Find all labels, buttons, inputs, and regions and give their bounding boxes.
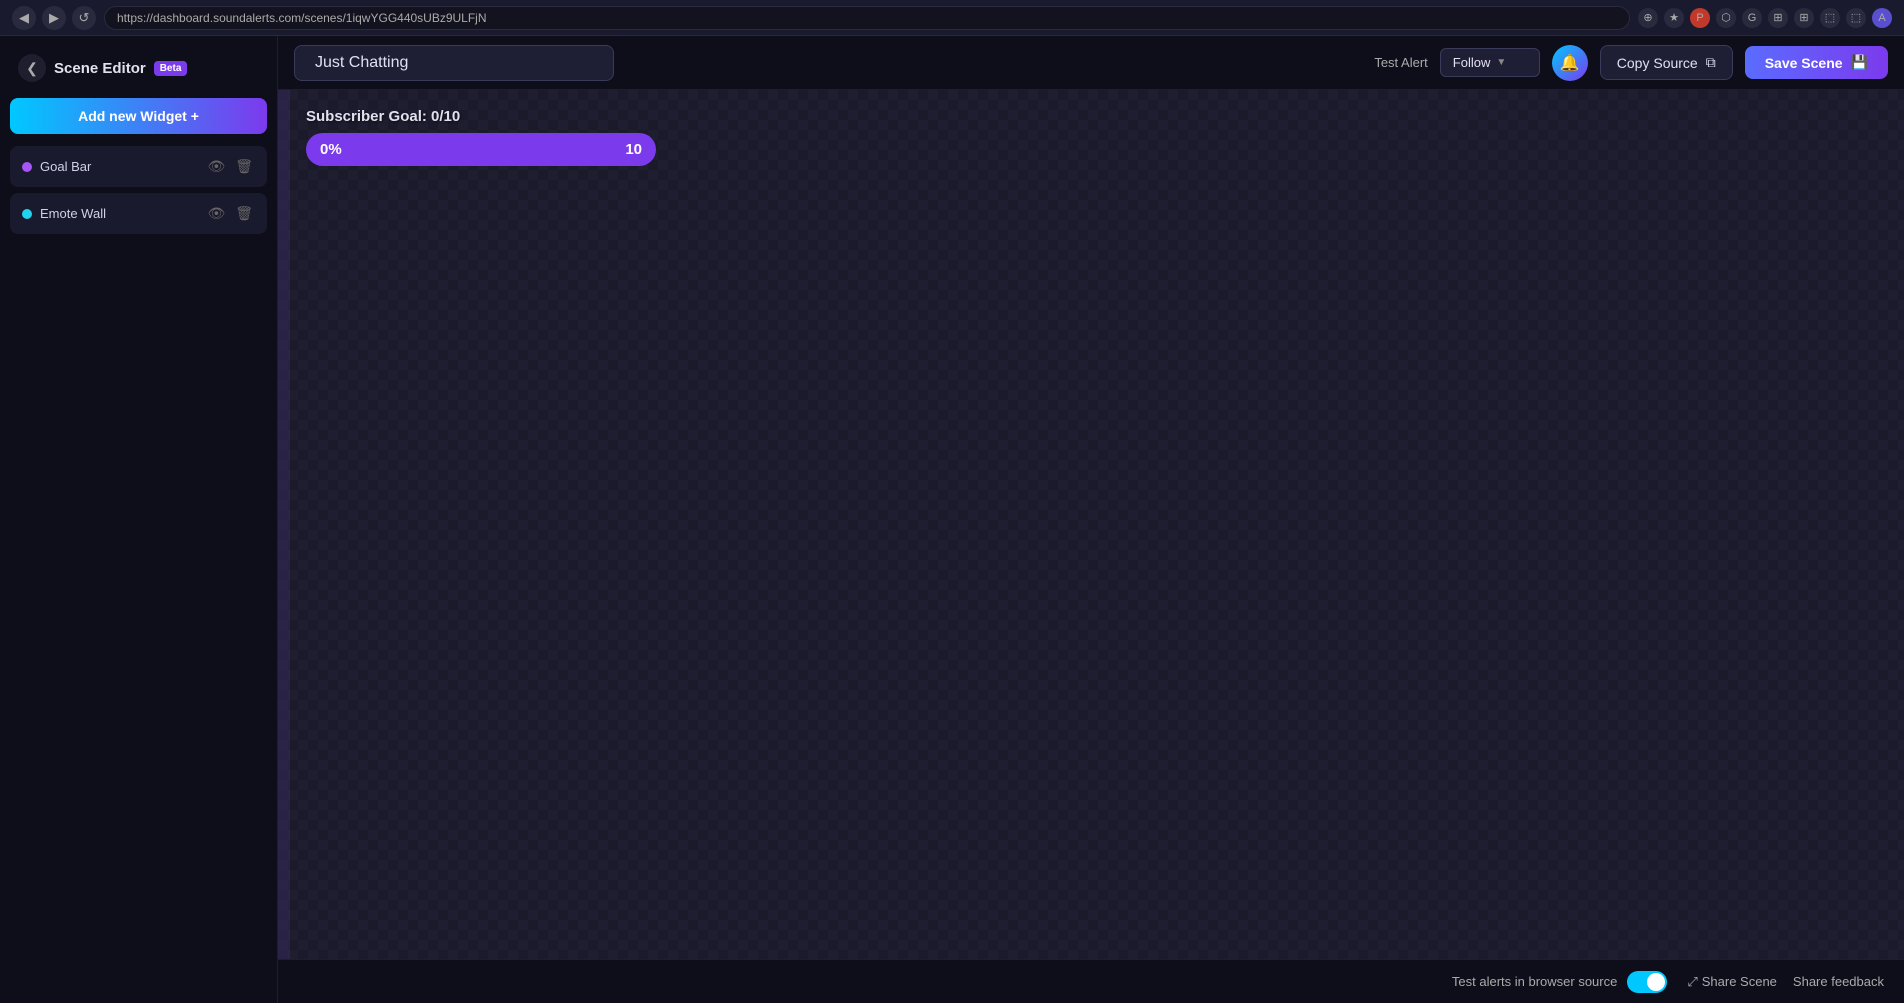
browser-ext-icon-4[interactable]: ⬡ [1716,8,1736,28]
test-alerts-label: Test alerts in browser source [1452,974,1617,989]
browser-chrome: ◀ ▶ ↺ https://dashboard.soundalerts.com/… [0,0,1904,36]
goal-bar-container: 0% 10 [306,133,656,166]
save-scene-button[interactable]: Save Scene 💾 [1745,46,1888,79]
bottom-bar: Test alerts in browser source ⤢ Share Sc… [278,959,1904,1003]
bell-button[interactable]: 🔔 [1552,45,1588,81]
canvas-left-border [278,90,290,959]
save-icon: 💾 [1851,54,1868,71]
browser-ext-icon-7[interactable]: ⊞ [1794,8,1814,28]
save-scene-label: Save Scene [1765,55,1843,71]
url-text: https://dashboard.soundalerts.com/scenes… [117,11,487,25]
browser-ext-icon-5[interactable]: G [1742,8,1762,28]
emote-wall-actions: 👁 🗑 [205,203,255,224]
trash-icon: 🗑 [235,158,253,175]
scene-name-text: Just Chatting [315,54,408,71]
emote-wall-dot [22,209,32,219]
sidebar: ❮ Scene Editor Beta Add new Widget + Goa… [0,36,278,1003]
sidebar-title: Scene Editor [54,60,146,77]
add-widget-button[interactable]: Add new Widget + [10,98,267,134]
trash-icon-2: 🗑 [235,205,253,222]
main-content: Just Chatting Test Alert Follow ▼ 🔔 Copy… [278,36,1904,1003]
emote-wall-delete-button[interactable]: 🗑 [233,203,255,224]
browser-icon-group: ⊕ ★ P ⬡ G ⊞ ⊞ ⬚ ⬚ A [1638,8,1892,28]
scene-name-tag[interactable]: Just Chatting [294,45,614,81]
test-alert-label: Test Alert [1374,55,1427,70]
back-arrow-icon: ❮ [26,60,38,77]
copy-source-label: Copy Source [1617,55,1698,71]
test-alerts-toggle[interactable] [1627,971,1667,993]
goal-bar-label: Goal Bar [40,159,197,174]
follow-label: Follow [1453,55,1491,70]
eye-icon-2: 👁 [207,205,225,222]
copy-icon: ⧉ [1706,54,1716,71]
goal-bar-visibility-button[interactable]: 👁 [205,156,227,177]
goal-title: Subscriber Goal: 0/10 [306,108,656,125]
goal-count: 10 [625,141,642,158]
reload-nav-button[interactable]: ↺ [72,6,96,30]
sidebar-back-button[interactable]: ❮ [18,54,46,82]
browser-ext-icon-9[interactable]: ⬚ [1846,8,1866,28]
goal-bar-dot [22,162,32,172]
beta-badge: Beta [154,61,188,76]
goal-bar-widget[interactable]: Subscriber Goal: 0/10 0% 10 [306,108,656,166]
browser-ext-icon-6[interactable]: ⊞ [1768,8,1788,28]
toggle-knob [1647,973,1665,991]
browser-nav: ◀ ▶ ↺ [12,6,96,30]
sidebar-header: ❮ Scene Editor Beta [10,50,267,86]
canvas-area: Subscriber Goal: 0/10 0% 10 [278,90,1904,959]
widget-item-emote-wall[interactable]: Emote Wall 👁 🗑 [10,193,267,234]
forward-nav-button[interactable]: ▶ [42,6,66,30]
emote-wall-visibility-button[interactable]: 👁 [205,203,227,224]
share-scene-button[interactable]: ⤢ Share Scene [1687,974,1777,990]
add-widget-label: Add new Widget + [78,108,199,124]
goal-bar-delete-button[interactable]: 🗑 [233,156,255,177]
browser-ext-icon-3[interactable]: P [1690,8,1710,28]
share-scene-label: Share Scene [1702,974,1777,989]
bell-icon: 🔔 [1560,53,1580,73]
back-nav-button[interactable]: ◀ [12,6,36,30]
emote-wall-label: Emote Wall [40,206,197,221]
app-container: ❮ Scene Editor Beta Add new Widget + Goa… [0,36,1904,1003]
dropdown-arrow-icon: ▼ [1496,57,1506,68]
test-alert-dropdown[interactable]: Follow ▼ [1440,48,1540,77]
widget-item-goal-bar[interactable]: Goal Bar 👁 🗑 [10,146,267,187]
goal-bar-actions: 👁 🗑 [205,156,255,177]
widget-list: Goal Bar 👁 🗑 Emote Wall 👁 [10,146,267,234]
share-scene-icon: ⤢ [1687,974,1697,990]
browser-ext-icon-2[interactable]: ★ [1664,8,1684,28]
browser-ext-icon-8[interactable]: ⬚ [1820,8,1840,28]
copy-source-button[interactable]: Copy Source ⧉ [1600,45,1733,80]
url-bar[interactable]: https://dashboard.soundalerts.com/scenes… [104,6,1630,30]
goal-percent: 0% [320,141,342,158]
share-feedback-label: Share feedback [1793,974,1884,989]
browser-ext-icon-1[interactable]: ⊕ [1638,8,1658,28]
eye-icon: 👁 [207,158,225,175]
share-feedback-button[interactable]: Share feedback [1793,974,1884,989]
toolbar: Just Chatting Test Alert Follow ▼ 🔔 Copy… [278,36,1904,90]
browser-profile-icon[interactable]: A [1872,8,1892,28]
